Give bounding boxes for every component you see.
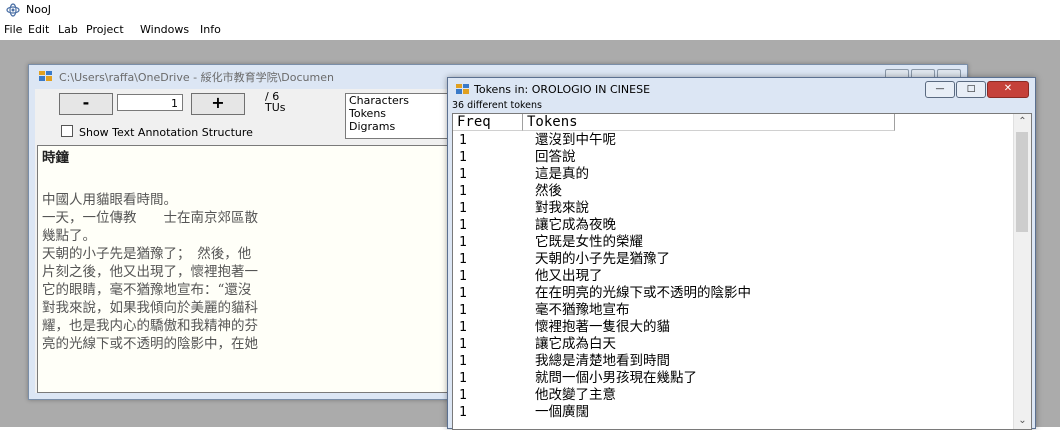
table-row[interactable]: 1 就問一個小男孩現在幾點了 (453, 370, 1013, 387)
token-cell: 他改變了主意 (535, 387, 616, 403)
table-row[interactable]: 1 對我來說 (453, 200, 1013, 217)
token-cell: 在在明亮的光線下或不透明的陰影中 (535, 285, 751, 301)
token-count-label: 36 different tokens (452, 100, 542, 111)
token-cell: 他又出現了 (535, 268, 603, 284)
table-row[interactable]: 1 他又出現了 (453, 268, 1013, 285)
unit-type: TUs (265, 101, 286, 114)
table-row[interactable]: 1 這是真的 (453, 166, 1013, 183)
text-line: 時鐘 (42, 150, 69, 166)
app-title: NooJ (26, 3, 51, 16)
window-icon (456, 84, 469, 94)
token-cell: 回答說 (535, 149, 576, 165)
tokens-window[interactable]: Tokens in: OROLOGIO IN CINESE — □ ✕ 36 dif… (447, 77, 1036, 430)
freq-cell: 1 (459, 286, 467, 301)
token-cell: 天朝的小子先是猶豫了 (535, 251, 670, 267)
freq-cell: 1 (459, 184, 467, 199)
menu-lab[interactable]: Lab (58, 23, 78, 36)
text-line: 一天，一位傳教 士在南京郊區散 (42, 210, 258, 226)
vertical-scrollbar[interactable]: ⌃ ⌄ (1013, 114, 1031, 429)
table-row[interactable]: 1 還沒到中午呢 (453, 132, 1013, 149)
token-cell: 讓它成為白天 (535, 336, 616, 352)
window-icon (39, 71, 52, 81)
menu-edit[interactable]: Edit (28, 23, 49, 36)
menu-file[interactable]: File (4, 23, 22, 36)
table-row[interactable]: 1 他改變了主意 (453, 387, 1013, 404)
text-window-title: C:\Users\raffa\OneDrive - 綏化市教育学院\Docume… (59, 71, 334, 84)
table-row[interactable]: 1 懷裡抱著一隻很大的貓 (453, 319, 1013, 336)
freq-cell: 1 (459, 405, 467, 420)
token-cell: 一個廣闊 (535, 404, 589, 420)
freq-cell: 1 (459, 388, 467, 403)
table-row[interactable]: 1 然後 (453, 183, 1013, 200)
table-row[interactable]: 1 讓它成為白天 (453, 336, 1013, 353)
freq-cell: 1 (459, 201, 467, 216)
table-row[interactable]: 1 一個廣闊 (453, 404, 1013, 421)
freq-cell: 1 (459, 269, 467, 284)
token-cell: 就問一個小男孩現在幾點了 (535, 370, 697, 386)
text-line: 它的眼睛，毫不猶豫地宣布：“還沒 (42, 282, 252, 298)
annotation-structure-toggle[interactable]: Show Text Annotation Structure (61, 125, 253, 139)
table-row[interactable]: 1 天朝的小子先是猶豫了 (453, 251, 1013, 268)
maximize-button[interactable]: □ (956, 81, 986, 98)
unit-total-label: / 6 TUs (265, 91, 286, 113)
table-row[interactable]: 1 讓它成為夜晚 (453, 217, 1013, 234)
freq-cell: 1 (459, 320, 467, 335)
close-button[interactable]: ✕ (987, 81, 1029, 98)
menu-windows[interactable]: Windows (140, 23, 189, 36)
freq-cell: 1 (459, 354, 467, 369)
token-cell: 讓它成為夜晚 (535, 217, 616, 233)
tokens-table[interactable]: Freq Tokens 1 還沒到中午呢 1 回答說 1 這是真的 1 然後 1 對我來說 1 讓它成… (452, 113, 1032, 430)
freq-cell: 1 (459, 371, 467, 386)
scroll-thumb[interactable] (1016, 132, 1028, 232)
table-row[interactable]: 1 毫不猶豫地宣布 (453, 302, 1013, 319)
token-cell: 這是真的 (535, 166, 589, 182)
column-header-tokens[interactable]: Tokens (523, 114, 895, 131)
table-row[interactable]: 1 在在明亮的光線下或不透明的陰影中 (453, 285, 1013, 302)
table-row[interactable]: 1 我總是清楚地看到時間 (453, 353, 1013, 370)
freq-cell: 1 (459, 167, 467, 182)
freq-cell: 1 (459, 218, 467, 233)
freq-cell: 1 (459, 303, 467, 318)
text-line: 中國人用貓眼看時間。 (42, 192, 177, 208)
menu-project[interactable]: Project (86, 23, 124, 36)
token-cell: 我總是清楚地看到時間 (535, 353, 670, 369)
text-line: 天朝的小子先是猶豫了； 然後，他 (42, 246, 252, 262)
token-cell: 毫不猶豫地宣布 (535, 302, 630, 318)
nooj-logo-icon (6, 3, 20, 17)
annotation-checkbox[interactable] (61, 125, 73, 137)
freq-cell: 1 (459, 252, 467, 267)
freq-cell: 1 (459, 150, 467, 165)
text-line: 片刻之後，他又出現了，懷裡抱著一 (42, 264, 258, 280)
table-row[interactable]: 1 回答說 (453, 149, 1013, 166)
previous-unit-button[interactable]: - (59, 93, 113, 115)
app-title-bar: NooJ (0, 0, 1060, 20)
freq-cell: 1 (459, 133, 467, 148)
text-line: 幾點了。 (42, 228, 96, 244)
table-row[interactable]: 1 它既是女性的榮耀 (453, 234, 1013, 251)
tokens-window-title: Tokens in: OROLOGIO IN CINESE (474, 83, 651, 96)
scroll-up-icon[interactable]: ⌃ (1014, 114, 1031, 130)
minimize-button[interactable]: — (925, 81, 955, 98)
freq-cell: 1 (459, 235, 467, 250)
column-header-freq[interactable]: Freq (453, 114, 523, 131)
token-cell: 它既是女性的榮耀 (535, 234, 643, 250)
text-line: 亮的光線下或不透明的陰影中，在她 (42, 336, 258, 352)
token-cell: 還沒到中午呢 (535, 132, 616, 148)
table-header: Freq Tokens (453, 114, 1015, 132)
tokens-window-caption-buttons: — □ ✕ (924, 81, 1029, 98)
token-cell: 懷裡抱著一隻很大的貓 (535, 319, 670, 335)
next-unit-button[interactable]: + (191, 93, 245, 115)
token-cell: 對我來說 (535, 200, 589, 216)
token-cell: 然後 (535, 183, 562, 199)
annotation-checkbox-label: Show Text Annotation Structure (79, 126, 253, 139)
unit-number-input[interactable]: 1 (117, 94, 183, 111)
menu-info[interactable]: Info (200, 23, 221, 36)
freq-cell: 1 (459, 337, 467, 352)
text-line: 對我來說，如果我傾向於美麗的貓科 (42, 300, 258, 316)
table-body: 1 還沒到中午呢 1 回答說 1 這是真的 1 然後 1 對我來說 1 讓它成為夜晚 1 它既是女性的榮耀… (453, 132, 1013, 421)
menu-bar: File Edit Lab Project Windows Info (0, 21, 1060, 39)
text-line: 耀，也是我内心的驕傲和我精神的芬 (42, 318, 258, 334)
